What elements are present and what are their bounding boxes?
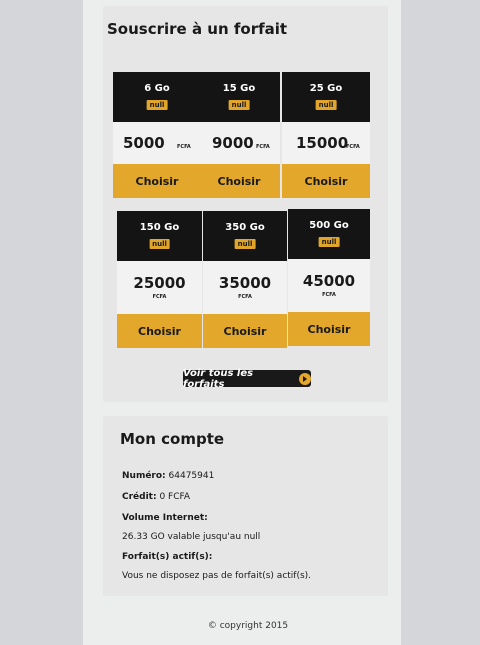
footer: © copyright 2015 bbox=[83, 0, 401, 645]
copyright-text: © copyright 2015 bbox=[207, 621, 289, 631]
